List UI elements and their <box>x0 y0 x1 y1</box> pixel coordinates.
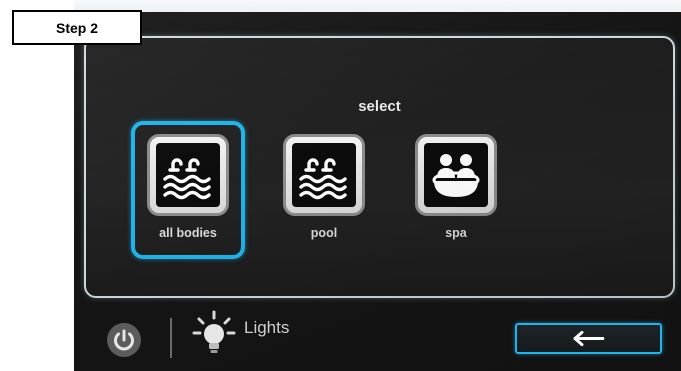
page-title: select <box>358 98 401 115</box>
option-pool[interactable]: pool <box>264 120 384 262</box>
spa-icon-button[interactable] <box>415 134 497 216</box>
left-arrow-icon <box>573 330 605 347</box>
back-button[interactable] <box>515 323 662 354</box>
lightbulb-icon[interactable] <box>188 308 240 360</box>
pool-icon-button[interactable] <box>283 134 365 216</box>
lights-label[interactable]: Lights <box>244 318 289 338</box>
power-button[interactable] <box>107 323 141 357</box>
spa-icon <box>432 154 480 197</box>
pool-icon <box>163 158 211 200</box>
top-edge <box>74 0 681 12</box>
option-all-bodies[interactable]: all bodies <box>128 120 248 262</box>
control-panel-screen: select all bodies pool spa <box>74 12 681 371</box>
option-spa[interactable]: spa <box>396 120 516 262</box>
pool-icon <box>299 158 347 200</box>
power-icon <box>114 329 134 351</box>
option-label: spa <box>445 226 467 240</box>
option-label: pool <box>310 226 338 240</box>
step-badge: Step 2 <box>12 10 142 45</box>
all-bodies-icon-button[interactable] <box>147 134 229 216</box>
selection-panel: select all bodies pool spa <box>84 36 675 298</box>
option-label: all bodies <box>159 226 217 240</box>
bottom-divider <box>170 318 172 358</box>
